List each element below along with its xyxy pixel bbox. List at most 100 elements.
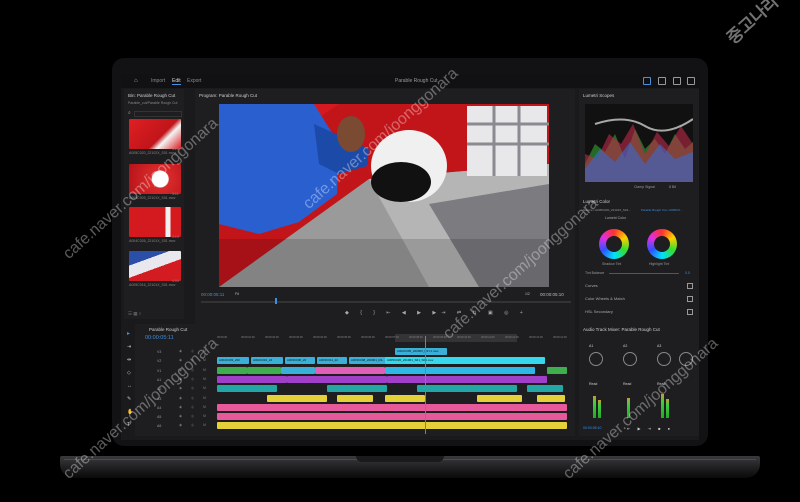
bin-footer-icons[interactable]: ☰ ▦ ○: [128, 311, 142, 317]
video-clip[interactable]: [315, 366, 385, 374]
ruler-tick-label: 00:00:05:00: [337, 336, 351, 339]
pen-icon[interactable]: ✎: [127, 396, 131, 402]
clip-thumbnail[interactable]: [129, 251, 181, 281]
track-toggle-icon[interactable]: ◉ ◎ M: [179, 414, 210, 418]
tab-edit[interactable]: Edit: [172, 78, 181, 85]
track-toggle-icon[interactable]: ◉ ◎ M: [179, 386, 210, 390]
search-icon[interactable]: ⌕: [128, 110, 131, 116]
audio-clip[interactable]: [217, 385, 277, 393]
track-label: A5: [157, 415, 162, 420]
tint-balance-slider[interactable]: [609, 273, 679, 274]
program-timecode[interactable]: 00:00:05:11: [201, 292, 224, 297]
track-header[interactable]: A6 ◉ ◎ M: [135, 422, 215, 430]
audio-clip[interactable]: [337, 394, 373, 402]
audio-clip[interactable]: [327, 385, 387, 393]
timeline-timecode[interactable]: 00:00:05:11: [145, 335, 174, 341]
audio-clip[interactable]: [287, 375, 387, 383]
timeline-title: Parable Rough Cut: [149, 327, 188, 332]
mixer-channel-a3: A3: [657, 344, 662, 348]
ripple-edit-icon[interactable]: ⇹: [127, 357, 131, 363]
timeline-ruler[interactable]: 00:00:00 00:00:01:00 00:00:02:00 00:00:03:0…: [217, 336, 571, 342]
video-clip[interactable]: A002C005_220905_R1Y1.mov: [395, 348, 447, 355]
highlight-tint-label: Highlight Tint: [649, 262, 670, 266]
transport-controls[interactable]: ◆ { } ⇤ ◀ ▶ ▶⇥ ⇄ ⇅ ▣ ◎ +: [345, 310, 528, 316]
audio-clip[interactable]: [387, 375, 547, 383]
pan-knob[interactable]: [589, 352, 603, 366]
track-select-icon[interactable]: ⇥: [127, 344, 131, 350]
slip-icon[interactable]: ↔: [127, 383, 132, 389]
video-clip[interactable]: A004C003_220: [217, 357, 249, 365]
video-clip[interactable]: [247, 366, 281, 374]
clip-thumbnail[interactable]: [129, 207, 181, 237]
ruler-tick-label: 00:00:04:00: [313, 336, 327, 339]
pan-knob[interactable]: [623, 352, 637, 366]
program-scrub-bar[interactable]: [201, 301, 571, 303]
color-wheels-checkbox[interactable]: [687, 296, 693, 302]
hsl-secondary-section[interactable]: HSL Secondary: [585, 309, 613, 314]
video-clip[interactable]: [385, 366, 535, 374]
fx-label: Lumetri Color: [605, 216, 627, 220]
video-clip[interactable]: [547, 366, 567, 374]
audio-clip[interactable]: [217, 403, 567, 411]
audio-clip[interactable]: [217, 422, 567, 430]
lumetri-color-panel: Lumetri Color Source • A005C020_22101X_S…: [579, 196, 699, 326]
tab-export[interactable]: Export: [187, 78, 201, 84]
audio-clip[interactable]: [537, 394, 565, 402]
tint-balance-value[interactable]: 0.0: [685, 271, 690, 275]
home-icon[interactable]: ⌂: [134, 78, 138, 84]
video-clip[interactable]: [217, 366, 247, 374]
shadow-tint-wheel[interactable]: [599, 229, 629, 259]
clip-label: A002C005_220905_R1Y1.mov: [397, 349, 439, 353]
audio-clip[interactable]: [477, 394, 522, 402]
track-label: V1: [157, 368, 162, 373]
lumetri-scopes-panel: Lumetri Scopes Clamp Signal 8 Bit: [579, 89, 699, 199]
quick-export-icon[interactable]: [673, 77, 681, 85]
track-toggle-icon[interactable]: ◉ ◎ M: [179, 396, 210, 400]
audio-clip[interactable]: [417, 385, 517, 393]
audio-clip[interactable]: [527, 385, 563, 393]
video-clip[interactable]: A002C010_22: [251, 357, 283, 365]
automation-mode-select[interactable]: Read: [589, 382, 597, 386]
pan-knob[interactable]: [657, 352, 671, 366]
track-toggle-icon[interactable]: ◉ ◎ M: [179, 423, 210, 427]
ruler-tick-label: 00:00:06:00: [361, 336, 375, 339]
automation-mode-select[interactable]: Read: [623, 382, 631, 386]
timeline-panel: Parable Rough Cut 00:00:05:11 00:00:00 00…: [135, 324, 575, 436]
bin-search-input[interactable]: [134, 111, 182, 117]
selection-tool-icon[interactable]: ▸: [127, 330, 130, 337]
bit-depth-select[interactable]: 8 Bit: [669, 185, 676, 189]
workspaces-icon[interactable]: [643, 77, 651, 85]
resolution-select[interactable]: 1/2: [525, 292, 530, 296]
zoom-fit-select[interactable]: Fit: [235, 292, 239, 296]
clip-thumbnail[interactable]: [129, 119, 181, 149]
audio-clip[interactable]: [217, 375, 287, 383]
curves-checkbox[interactable]: [687, 283, 693, 289]
workspace-bar: ⌂ Import Edit Export Parable Rough Cut: [121, 74, 699, 88]
clip-label: A005C020_221001_S01_S01.mov: [387, 358, 434, 363]
ruler-tick-label: 00:00:02:00: [265, 336, 279, 339]
lumetri-scopes-title: Lumetri Scopes: [583, 93, 615, 98]
video-clip[interactable]: A005C020_221001_S01_S01.mov: [385, 357, 545, 365]
track-toggle-icon[interactable]: ◉ ◎ M: [179, 405, 210, 409]
share-icon[interactable]: [658, 77, 666, 85]
curves-section[interactable]: Curves: [585, 283, 598, 288]
hsl-secondary-checkbox[interactable]: [687, 309, 693, 315]
color-wheels-section[interactable]: Color Wheels & Match: [585, 296, 625, 301]
program-playhead[interactable]: [275, 298, 277, 304]
target-clip-select[interactable]: Parable Rough Cut • A005C0...: [641, 208, 682, 212]
bin-breadcrumb[interactable]: Parable_cut/Parable Rough Cut: [128, 101, 177, 105]
clamp-signal-toggle[interactable]: Clamp Signal: [634, 185, 655, 189]
fullscreen-icon[interactable]: [687, 77, 695, 85]
audio-clip[interactable]: [385, 394, 425, 402]
razor-icon[interactable]: ◇: [127, 370, 131, 376]
waveform-scope: [585, 104, 693, 182]
timeline-playhead[interactable]: [425, 336, 426, 434]
audio-clip[interactable]: [267, 394, 327, 402]
tab-import[interactable]: Import: [151, 78, 165, 84]
video-clip[interactable]: [281, 366, 315, 374]
video-clip[interactable]: A003C006_22: [285, 357, 315, 365]
video-clip[interactable]: A003C011_22: [317, 357, 347, 365]
audio-clip[interactable]: [217, 413, 567, 421]
highlight-tint-wheel[interactable]: [647, 229, 677, 259]
clip-duration: 4:19: [172, 235, 179, 239]
